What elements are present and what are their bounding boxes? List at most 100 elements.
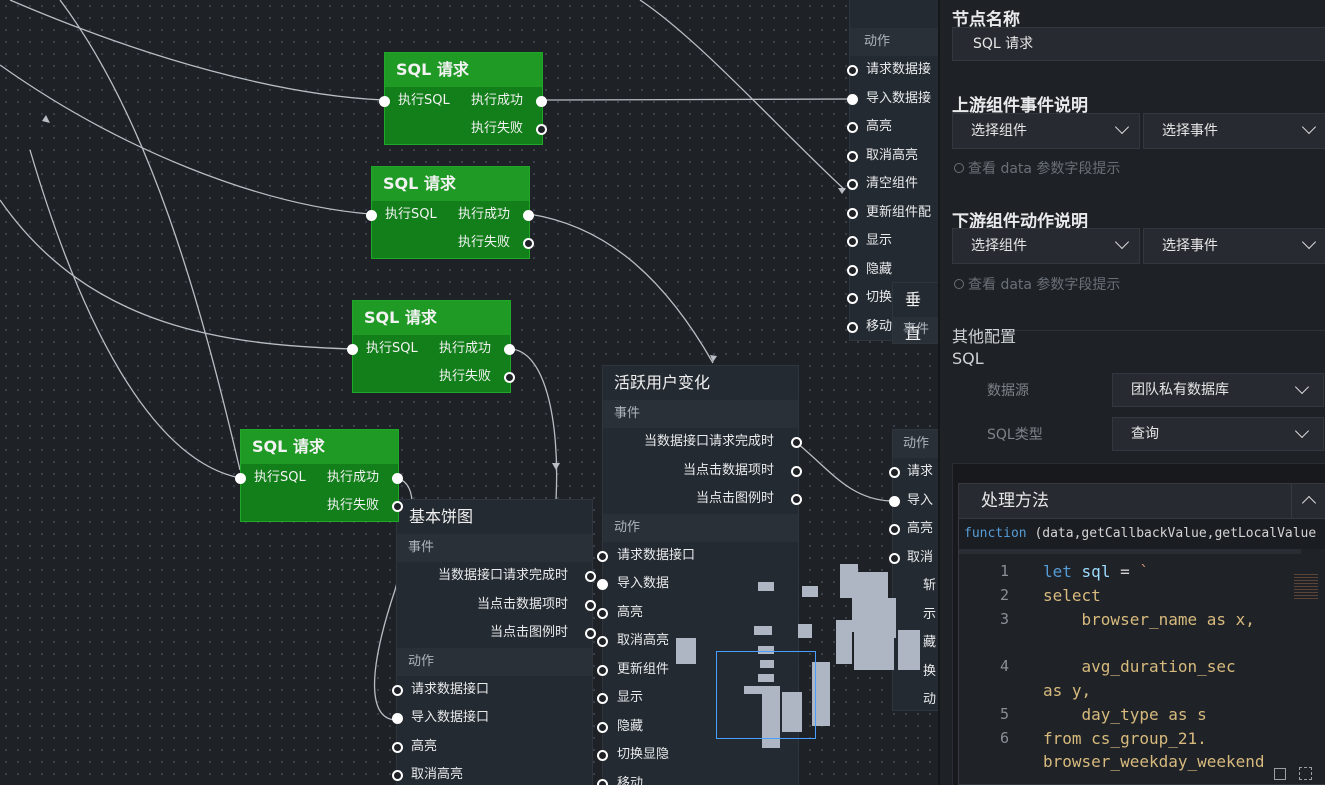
input-port[interactable] bbox=[392, 684, 403, 696]
code-area[interactable]: 1 let sql = ` 2 select 3 browser_name as x, 4… bbox=[959, 554, 1325, 774]
collapse-button[interactable] bbox=[1291, 484, 1325, 518]
input-port[interactable] bbox=[847, 179, 858, 190]
wire bbox=[29, 149, 241, 479]
downstream-component-select[interactable]: 选择组件 bbox=[952, 228, 1140, 264]
output-port[interactable] bbox=[523, 210, 534, 221]
input-port[interactable] bbox=[597, 778, 608, 785]
output-port[interactable] bbox=[791, 465, 802, 477]
action-label: 隐藏 bbox=[866, 261, 893, 277]
input-port[interactable] bbox=[597, 550, 608, 562]
input-port[interactable] bbox=[847, 321, 858, 333]
code-line: 1 let sql = ` bbox=[959, 560, 1325, 584]
input-port[interactable] bbox=[889, 495, 900, 507]
downstream-event-select[interactable]: 选择事件 bbox=[1143, 228, 1325, 264]
node-action-row: 显示 bbox=[847, 227, 938, 256]
input-port[interactable] bbox=[889, 467, 900, 478]
fullscreen-icon[interactable] bbox=[1299, 767, 1312, 780]
input-port[interactable] bbox=[347, 344, 358, 355]
datasource-select[interactable]: 团队私有数据库 bbox=[1112, 373, 1324, 407]
node-action-row: 移动 bbox=[597, 770, 798, 785]
input-port[interactable] bbox=[847, 122, 858, 133]
input-port[interactable] bbox=[847, 264, 858, 276]
line-number: 5 bbox=[999, 704, 1009, 723]
output-port[interactable] bbox=[585, 571, 596, 582]
node-action-row: 请求 bbox=[889, 458, 938, 487]
output-port[interactable] bbox=[585, 628, 596, 639]
minimap-viewport[interactable] bbox=[716, 651, 816, 739]
wire bbox=[59, 0, 241, 471]
sql-request-node[interactable]: SQL 请求 执行SQL 执行成功 执行失败 bbox=[347, 300, 515, 393]
input-port[interactable] bbox=[597, 721, 608, 733]
output-port[interactable] bbox=[392, 473, 403, 484]
node-name-input[interactable]: SQL 请求 bbox=[952, 27, 1325, 61]
select-value: 选择事件 bbox=[1162, 238, 1218, 254]
downstream-hint-link[interactable]: 查看 data 参数字段提示 bbox=[954, 274, 1120, 294]
action-label: 更新组件配 bbox=[866, 204, 932, 220]
upstream-hint-link[interactable]: 查看 data 参数字段提示 bbox=[954, 158, 1120, 178]
sqltype-select[interactable]: 查询 bbox=[1112, 417, 1324, 451]
node-port-row: 执行失败 bbox=[241, 492, 403, 520]
input-port[interactable] bbox=[379, 96, 390, 107]
action-label: 隐藏 bbox=[617, 718, 644, 734]
input-port[interactable] bbox=[366, 210, 377, 221]
output-port[interactable] bbox=[536, 124, 547, 135]
output-port[interactable] bbox=[504, 344, 515, 355]
method-editor[interactable]: 处理方法 function (data,getCallbackValue,get… bbox=[958, 483, 1325, 785]
vertical-node[interactable]: 垂直 事件 bbox=[893, 283, 938, 343]
code-text: from cs_group_21. bbox=[1043, 728, 1207, 748]
chevron-down-icon bbox=[1301, 234, 1317, 250]
minimap[interactable] bbox=[676, 562, 938, 752]
action-label: 请求数据接 bbox=[866, 62, 932, 77]
input-port[interactable] bbox=[847, 236, 858, 247]
node-title: SQL 请求 bbox=[372, 167, 529, 201]
input-port[interactable] bbox=[392, 770, 403, 781]
select-value: 查询 bbox=[1131, 426, 1159, 442]
upstream-component-select[interactable]: 选择组件 bbox=[952, 113, 1140, 149]
input-port[interactable] bbox=[597, 693, 608, 704]
input-port[interactable] bbox=[847, 293, 858, 304]
select-value: 团队私有数据库 bbox=[1131, 382, 1229, 398]
output-port[interactable] bbox=[585, 599, 596, 611]
output-port[interactable] bbox=[392, 501, 403, 512]
signature-params: (data,getCallbackValue,getLocalValue bbox=[1034, 526, 1317, 541]
input-port[interactable] bbox=[597, 607, 608, 619]
sql-request-node[interactable]: SQL 请求 执行SQL 执行成功 执行失败 bbox=[366, 166, 534, 259]
hint-text: 查看 data 参数字段提示 bbox=[968, 161, 1121, 177]
input-port[interactable] bbox=[847, 93, 858, 105]
wire bbox=[540, 98, 853, 101]
input-port[interactable] bbox=[847, 207, 858, 219]
input-port[interactable] bbox=[847, 150, 858, 162]
sql-request-node[interactable]: SQL 请求 执行SQL 执行成功 执行失败 bbox=[379, 52, 547, 145]
code-text: let sql = ` bbox=[1043, 562, 1150, 581]
node-action-row: 取消高亮 bbox=[847, 142, 938, 171]
input-port[interactable] bbox=[392, 713, 403, 724]
input-port[interactable] bbox=[889, 524, 900, 535]
output-port[interactable] bbox=[791, 437, 802, 448]
output-port[interactable] bbox=[536, 96, 547, 107]
node-action-row: 取消高亮 bbox=[392, 761, 592, 785]
node-action-row: 隐藏 bbox=[847, 256, 938, 285]
input-port[interactable] bbox=[235, 473, 246, 484]
copy-icon[interactable] bbox=[1274, 768, 1286, 780]
upstream-event-select[interactable]: 选择事件 bbox=[1143, 113, 1325, 149]
pie-chart-node[interactable]: 基本饼图 事件 当数据接口请求完成时 当点击数据项时 当点击图例时 动作 请求数据接… bbox=[392, 500, 596, 785]
line-number: 1 bbox=[999, 562, 1009, 580]
input-port[interactable] bbox=[847, 65, 858, 76]
node-event-row: 当点击数据项时 bbox=[603, 457, 802, 486]
code-line: 2 select bbox=[959, 584, 1325, 608]
input-port[interactable] bbox=[392, 741, 403, 753]
output-port[interactable] bbox=[504, 372, 515, 383]
output-port[interactable] bbox=[523, 238, 534, 249]
sql-request-node[interactable]: SQL 请求 执行SQL 执行成功 执行失败 bbox=[235, 429, 403, 522]
action-label: 高亮 bbox=[907, 521, 934, 536]
input-port[interactable] bbox=[597, 579, 608, 590]
action-label: 移动 bbox=[866, 318, 893, 334]
input-port[interactable] bbox=[597, 636, 608, 647]
action-label: 导入数据接口 bbox=[411, 710, 490, 725]
input-port[interactable] bbox=[597, 750, 608, 761]
output-port[interactable] bbox=[791, 494, 802, 505]
flow-canvas[interactable]: 动作 请求数据接导入数据接高亮取消高亮清空组件更新组件配显示隐藏切换移动 垂直 … bbox=[0, 0, 938, 785]
node-action-row: 更新组件配 bbox=[847, 199, 938, 228]
input-port[interactable] bbox=[597, 664, 608, 676]
action-label: 取消高亮 bbox=[866, 147, 919, 163]
